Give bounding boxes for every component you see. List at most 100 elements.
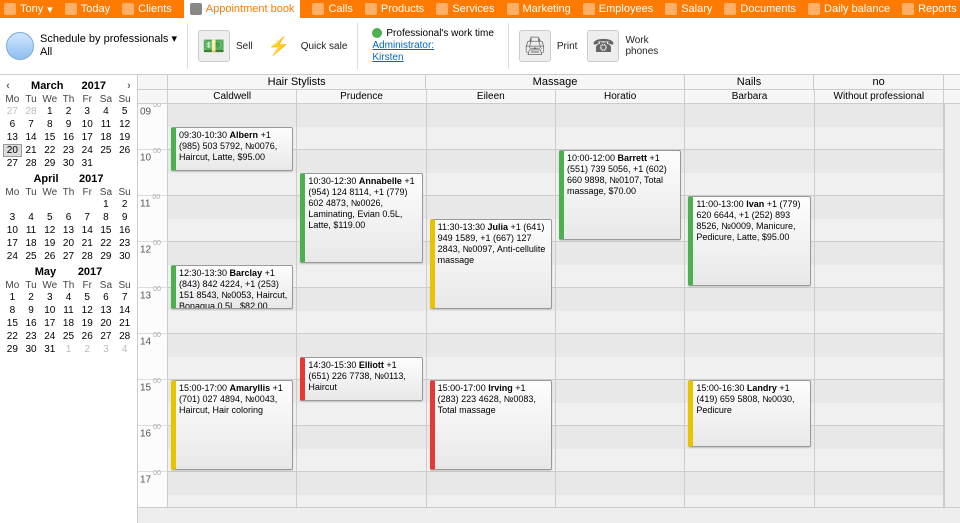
calendar-day[interactable]: 25 (59, 330, 78, 343)
appointment-block[interactable]: 11:30-13:30 Julia +1 (641) 949 1589, +1 … (430, 219, 552, 309)
calendar-day[interactable]: 29 (97, 250, 116, 263)
calendar-day[interactable]: 1 (40, 105, 59, 118)
calendar-day[interactable]: 7 (115, 291, 134, 304)
calendar-day[interactable]: 13 (59, 224, 78, 237)
calendar-day[interactable]: 20 (97, 317, 116, 330)
schedule-column[interactable]: 11:30-13:30 Julia +1 (641) 949 1589, +1 … (427, 104, 556, 507)
menubar-item-reports[interactable]: Reports (902, 0, 957, 18)
calendar-day[interactable]: 10 (40, 304, 59, 317)
calendar-day[interactable]: 25 (97, 144, 116, 157)
calendar-day[interactable]: 5 (78, 291, 97, 304)
calendar-day[interactable]: 6 (3, 118, 22, 131)
calendar-day[interactable]: 3 (97, 343, 116, 356)
calendar-day[interactable]: 29 (40, 157, 59, 170)
calendar-day[interactable]: 15 (40, 131, 59, 144)
calendar-day[interactable]: 20 (3, 144, 22, 157)
calendar-day[interactable]: 11 (59, 304, 78, 317)
calendar-day[interactable]: 24 (40, 330, 59, 343)
calendar-day[interactable]: 14 (115, 304, 134, 317)
calendar-day[interactable]: 26 (78, 330, 97, 343)
calendar-day[interactable]: 2 (115, 198, 134, 211)
calendar-day[interactable]: 9 (115, 211, 134, 224)
schedule-column[interactable]: 10:00-12:00 Barrett +1 (551) 739 5056, +… (556, 104, 685, 507)
calendar-day[interactable]: 28 (22, 157, 41, 170)
calendar-day[interactable]: 30 (22, 343, 41, 356)
calendar-day[interactable]: 9 (22, 304, 41, 317)
appointment-block[interactable]: 14:30-15:30 Elliott +1 (651) 226 7738, №… (300, 357, 422, 401)
calendar-day[interactable]: 4 (115, 343, 134, 356)
calendar-day[interactable]: 12 (115, 118, 134, 131)
staff-header-cell[interactable]: Horatio (556, 90, 685, 103)
calendar-day[interactable]: 23 (115, 237, 134, 250)
calendar-day[interactable]: 28 (115, 330, 134, 343)
schedule-column[interactable]: 10:30-12:30 Annabelle +1 (954) 124 8114,… (297, 104, 426, 507)
calendar-day[interactable]: 25 (22, 250, 41, 263)
calendar-day[interactable]: 8 (40, 118, 59, 131)
calendar-day[interactable]: 22 (97, 237, 116, 250)
schedule-column[interactable]: 11:00-13:00 Ivan +1 (779) 620 6644, +1 (… (685, 104, 814, 507)
calendar-day[interactable]: 26 (115, 144, 134, 157)
calendar-day[interactable]: 27 (3, 105, 22, 118)
calendar-day[interactable]: 12 (40, 224, 59, 237)
calendar-day[interactable]: 2 (78, 343, 97, 356)
calendar-day[interactable]: 19 (115, 131, 134, 144)
calendar-day[interactable]: 1 (59, 343, 78, 356)
calendar-day[interactable]: 19 (40, 237, 59, 250)
calendar-day[interactable]: 7 (22, 118, 41, 131)
appointment-block[interactable]: 10:30-12:30 Annabelle +1 (954) 124 8114,… (300, 173, 422, 263)
menubar-item-services[interactable]: Services (436, 0, 494, 18)
calendar-day[interactable]: 16 (22, 317, 41, 330)
calendar-day[interactable]: 28 (78, 250, 97, 263)
staff-header-cell[interactable]: Prudence (297, 90, 426, 103)
appointment-block[interactable]: 15:00-16:30 Landry +1 (419) 659 5808, №0… (688, 380, 810, 447)
calendar-day[interactable]: 16 (115, 224, 134, 237)
schedule-mode-selector[interactable]: Schedule by professionals ▾ All (6, 32, 177, 60)
work-phones-button[interactable]: ☎ Work phones (587, 30, 665, 62)
appointment-block[interactable]: 15:00-17:00 Amaryllis +1 (701) 027 4894,… (171, 380, 293, 470)
calendar-day[interactable]: 3 (3, 211, 22, 224)
calendar-day[interactable]: 17 (40, 317, 59, 330)
calendar-day[interactable]: 18 (59, 317, 78, 330)
calendar-day[interactable]: 30 (59, 157, 78, 170)
calendar-day[interactable]: 18 (22, 237, 41, 250)
menubar-item-marketing[interactable]: Marketing (507, 0, 571, 18)
menubar-item-clients[interactable]: Clients (122, 0, 172, 18)
calendar-day[interactable]: 4 (97, 105, 116, 118)
calendar-day[interactable]: 7 (78, 211, 97, 224)
calendar-day[interactable]: 11 (22, 224, 41, 237)
calendar-day[interactable]: 26 (40, 250, 59, 263)
calendar-day[interactable]: 18 (97, 131, 116, 144)
calendar-day[interactable]: 31 (40, 343, 59, 356)
administrator-link[interactable]: Administrator: (372, 40, 434, 51)
calendar-day[interactable]: 13 (97, 304, 116, 317)
calendar-day[interactable]: 23 (59, 144, 78, 157)
appointment-block[interactable]: 10:00-12:00 Barrett +1 (551) 739 5056, +… (559, 150, 681, 240)
menubar-item-salary[interactable]: Salary (665, 0, 712, 18)
sell-button[interactable]: 💵 Sell (198, 30, 253, 62)
menubar-item-appointment-book[interactable]: Appointment book (184, 0, 301, 18)
menubar-item-today[interactable]: Today (65, 0, 110, 18)
calendar-day[interactable]: 14 (78, 224, 97, 237)
calendar-day[interactable]: 24 (3, 250, 22, 263)
calendar-day[interactable]: 12 (78, 304, 97, 317)
calendar-day[interactable]: 16 (59, 131, 78, 144)
calendar-day[interactable]: 14 (22, 131, 41, 144)
calendar-day[interactable]: 13 (3, 131, 22, 144)
calendar-day[interactable]: 22 (3, 330, 22, 343)
administrator-name-link[interactable]: Kirsten (372, 52, 403, 63)
calendar-day[interactable]: 5 (40, 211, 59, 224)
calendar-day[interactable]: 15 (97, 224, 116, 237)
calendar-day[interactable]: 2 (59, 105, 78, 118)
menubar-item-daily-balance[interactable]: Daily balance (808, 0, 890, 18)
vertical-scrollbar[interactable] (944, 104, 960, 507)
calendar-day[interactable]: 20 (59, 237, 78, 250)
calendar-day[interactable]: 6 (59, 211, 78, 224)
prev-month-button[interactable]: ‹ (3, 80, 13, 92)
next-month-button[interactable]: › (124, 80, 134, 92)
calendar-day[interactable]: 10 (3, 224, 22, 237)
staff-header-cell[interactable]: Eileen (427, 90, 556, 103)
calendar-day[interactable]: 29 (3, 343, 22, 356)
schedule-column[interactable] (815, 104, 944, 507)
calendar-day[interactable]: 1 (97, 198, 116, 211)
quick-sale-button[interactable]: ⚡ Quick sale (263, 30, 348, 62)
